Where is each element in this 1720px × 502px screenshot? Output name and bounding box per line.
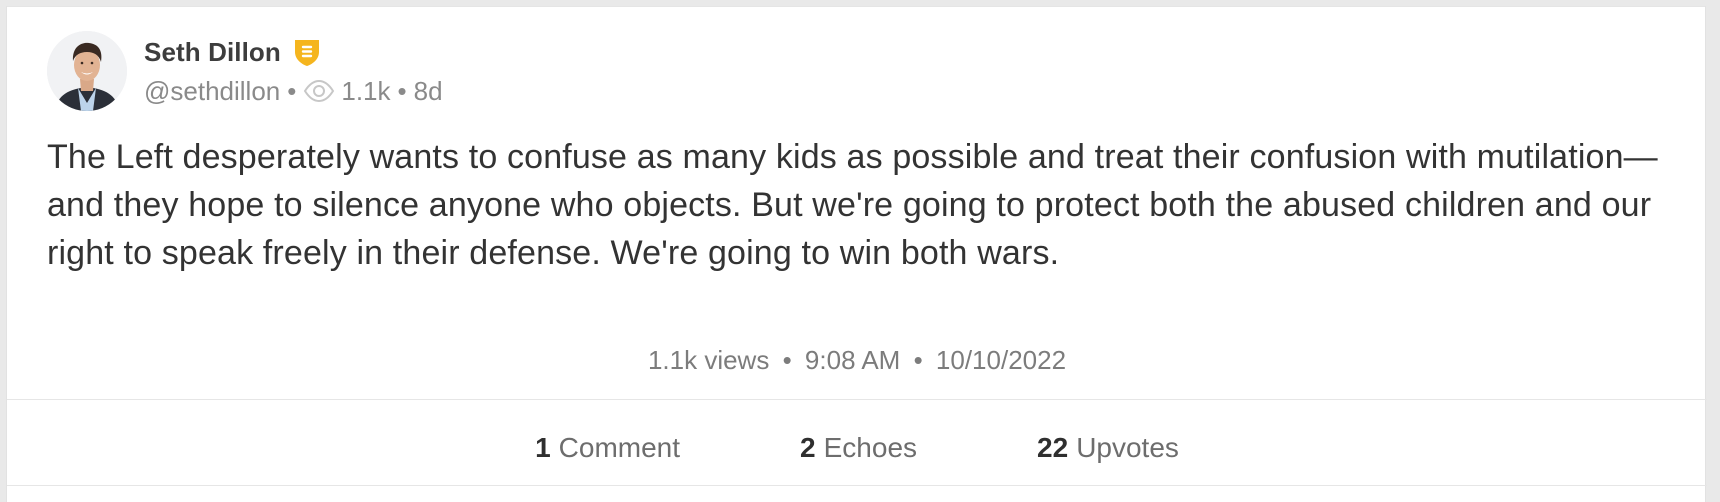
echo-count: 2 <box>800 432 816 463</box>
separator: • <box>913 345 923 375</box>
echoes-stat[interactable]: 2 Echoes <box>800 432 917 464</box>
author-name[interactable]: Seth Dillon <box>144 37 281 68</box>
name-row: Seth Dillon <box>144 33 443 71</box>
user-info: Seth Dillon @sethdillon • 1.1k • 8d <box>144 33 443 109</box>
upvotes-stat[interactable]: 22 Upvotes <box>1037 432 1179 464</box>
post-footer-meta: 1.1k views • 9:08 AM • 10/10/2022 <box>7 345 1707 376</box>
author-handle[interactable]: @sethdillon <box>144 76 280 107</box>
upvote-label: Upvotes <box>1076 432 1179 463</box>
verified-shield-icon <box>291 36 323 68</box>
comment-label: Comment <box>558 432 681 463</box>
view-count: 1.1k views <box>647 345 770 375</box>
comments-stat[interactable]: 1 Comment <box>535 432 680 464</box>
divider <box>7 399 1707 400</box>
engagement-stats: 1 Comment 2 Echoes 22 Upvotes <box>7 405 1707 491</box>
separator: • <box>287 75 297 106</box>
author-meta: @sethdillon • 1.1k • 8d <box>144 73 443 109</box>
post-age[interactable]: 8d <box>414 76 443 107</box>
post-date: 10/10/2022 <box>935 345 1067 375</box>
echo-label: Echoes <box>823 432 918 463</box>
separator: • <box>397 75 407 106</box>
avatar-image <box>47 31 127 111</box>
post-header: Seth Dillon @sethdillon • 1.1k • 8d <box>47 31 443 111</box>
separator: • <box>782 345 792 375</box>
upvote-count: 22 <box>1037 432 1069 463</box>
avatar[interactable] <box>47 31 127 111</box>
comment-count: 1 <box>535 432 551 463</box>
divider <box>7 485 1707 486</box>
post-body: The Left desperately wants to confuse as… <box>47 138 1658 272</box>
header-view-count: 1.1k <box>341 75 391 106</box>
eye-icon <box>303 79 335 103</box>
post-card: Seth Dillon @sethdillon • 1.1k • 8d The … <box>6 6 1707 502</box>
post-time: 9:08 AM <box>804 345 901 375</box>
